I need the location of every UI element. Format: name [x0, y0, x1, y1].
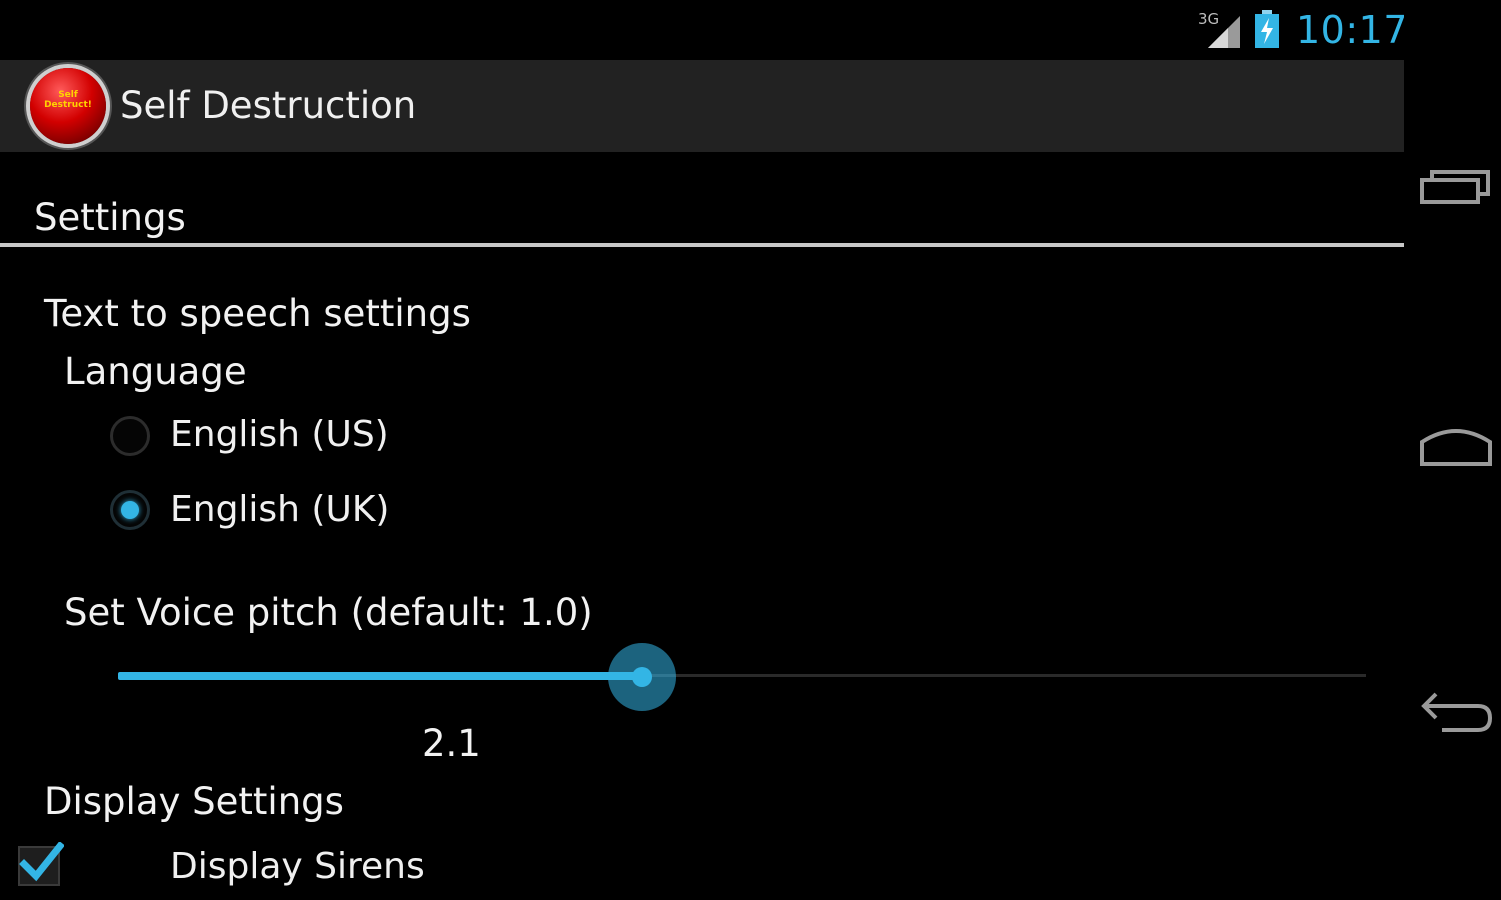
- recent-apps-icon[interactable]: [1418, 166, 1494, 216]
- signal-strength-icon: [1208, 16, 1240, 48]
- tts-settings-title: Text to speech settings: [44, 292, 471, 335]
- display-settings-title: Display Settings: [44, 780, 344, 823]
- radio-label-english-uk[interactable]: English (UK): [170, 489, 389, 530]
- display-sirens-checkbox[interactable]: [18, 842, 64, 886]
- app-logo-text: Self Destruct!: [44, 90, 92, 110]
- app-logo-icon[interactable]: Self Destruct!: [30, 68, 106, 144]
- radio-english-us[interactable]: [110, 416, 150, 456]
- battery-charging-icon: [1255, 10, 1279, 48]
- status-bar: 3G 10:17: [0, 0, 1408, 60]
- language-label: Language: [64, 350, 247, 393]
- action-bar: Self Destruct! Self Destruction: [0, 60, 1404, 152]
- app-title: Self Destruction: [120, 84, 417, 127]
- status-clock: 10:17: [1296, 8, 1409, 52]
- section-divider: [0, 243, 1404, 247]
- radio-label-english-us[interactable]: English (US): [170, 414, 389, 455]
- back-icon[interactable]: [1418, 686, 1494, 736]
- voice-pitch-slider-thumb[interactable]: [608, 643, 677, 711]
- voice-pitch-value: 2.1: [422, 722, 481, 765]
- radio-english-uk[interactable]: [110, 490, 150, 530]
- navigation-bar: [1404, 0, 1501, 900]
- home-icon[interactable]: [1418, 424, 1494, 474]
- settings-section-title: Settings: [34, 196, 186, 239]
- checkmark-icon: [19, 842, 64, 882]
- voice-pitch-label: Set Voice pitch (default: 1.0): [64, 591, 593, 634]
- display-sirens-label[interactable]: Display Sirens: [170, 846, 425, 887]
- voice-pitch-slider-fill: [118, 672, 643, 680]
